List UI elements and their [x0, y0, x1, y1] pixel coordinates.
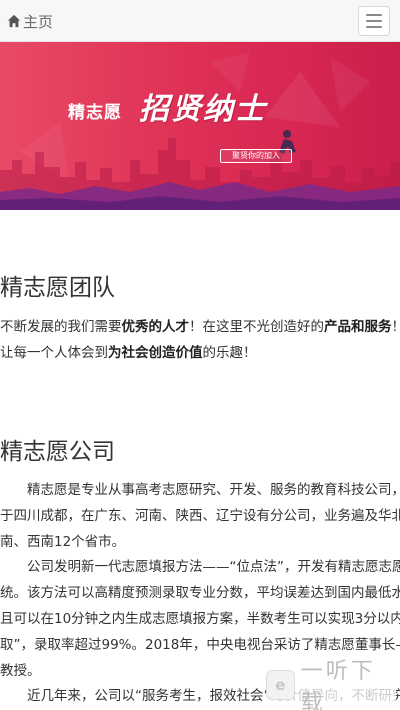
- company-section-title: 精志愿公司: [0, 439, 115, 465]
- home-label: 主页: [23, 12, 54, 31]
- highlight-text: 优秀的人才: [121, 319, 190, 335]
- paragraph-line: 统。该方法可以高精度预测录取专业分数，平均误差达到国内最低水平，并: [0, 585, 400, 601]
- paragraph-line: 且可以在10分钟之内生成志愿填报方案，半数考生可以实现3分以内“压线录: [0, 611, 400, 627]
- site-watermark: e 一听下载: [266, 659, 396, 710]
- hamburger-menu-icon: [366, 14, 382, 16]
- top-navbar: 主页: [0, 0, 400, 42]
- paragraph-line: 南、西南12个省市。: [0, 534, 126, 550]
- team-description: 不断发展的我们需要优秀的人才！在这里不光创造好的产品和服务！更让每一个人体会到为…: [0, 314, 400, 366]
- team-description-line: 不断发展的我们需要优秀的人才！在这里不光创造好的产品和服务！更: [0, 319, 400, 335]
- paragraph-line: 精志愿是专业从事高考志愿研究、开发、服务的教育科技公司，总部位: [26, 482, 400, 498]
- banner-headline: 招贤纳士: [139, 92, 267, 127]
- menu-toggle-button[interactable]: [358, 6, 390, 36]
- watermark-logo-icon: e: [266, 670, 295, 700]
- team-description-line: 让每一个人体会到为社会创造价值的乐趣！: [0, 345, 257, 361]
- highlight-text: 为社会创造价值: [108, 345, 203, 361]
- watermark-text: 一听下载: [300, 659, 376, 710]
- recruitment-banner: 精志愿 招贤纳士 聚贤你的加入: [0, 42, 400, 210]
- paragraph-line: 于四川成都，在广东、河南、陕西、辽宁设有分公司，业务遍及华北、华: [0, 508, 400, 524]
- home-icon: [7, 14, 21, 28]
- team-section-title: 精志愿团队: [0, 275, 115, 301]
- banner-brand-text: 精志愿: [68, 103, 122, 123]
- join-us-button[interactable]: 聚贤你的加入: [220, 149, 292, 163]
- company-intro-paragraph: 精志愿是专业从事高考志愿研究、开发、服务的教育科技公司，总部位于四川成都，在广东…: [0, 477, 400, 555]
- highlight-text: 产品和服务: [324, 319, 392, 335]
- home-link[interactable]: 主页: [0, 0, 62, 42]
- paragraph-line: 公司发明新一代志愿填报方法——“位点法”，开发有精志愿志愿填报系: [26, 559, 400, 575]
